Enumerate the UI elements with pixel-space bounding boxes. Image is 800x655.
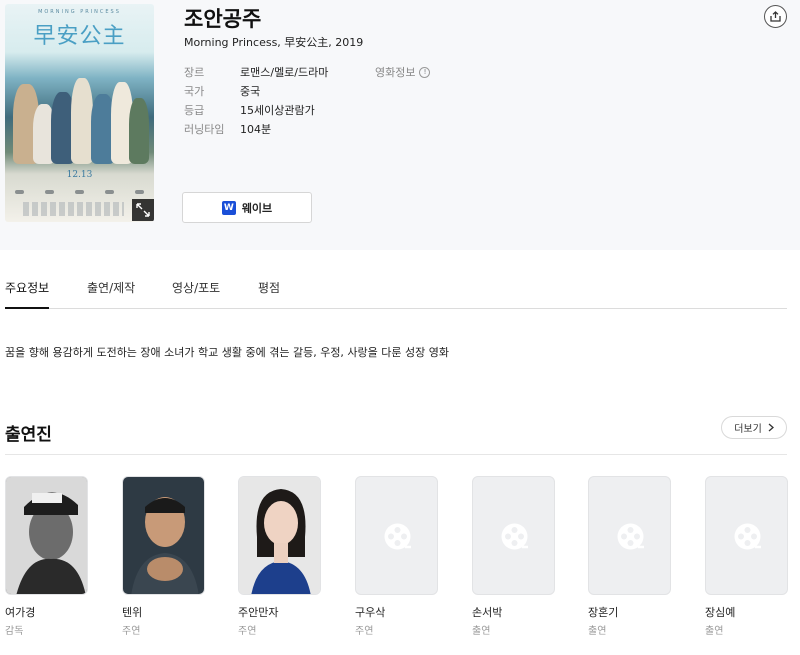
film-reel-icon: [501, 523, 528, 550]
cast-card[interactable]: 장심예 출연: [705, 476, 788, 637]
watch-on-wavve-button[interactable]: W 웨이브: [182, 192, 312, 223]
cast-card[interactable]: 주안만자 주연: [238, 476, 321, 637]
expand-poster-button[interactable]: [132, 199, 154, 221]
cast-photo-placeholder: [472, 476, 555, 595]
cast-name: 텐위: [122, 606, 143, 619]
poster-credits: [23, 202, 124, 216]
cast-role: 감독: [5, 626, 24, 637]
cast-photo-placeholder: [705, 476, 788, 595]
wavve-label: 웨이브: [241, 201, 273, 215]
movie-subtitle: Morning Princess, 早安公主, 2019: [184, 36, 364, 49]
cast-divider: [5, 454, 787, 455]
more-label: 더보기: [734, 424, 762, 435]
cast-name: 손서박: [472, 606, 503, 619]
cast-photo: [238, 476, 321, 595]
info-label: 러닝타임: [184, 123, 225, 136]
film-reel-icon: [617, 523, 644, 550]
film-reel-icon: [734, 523, 761, 550]
cast-name: 장심예: [705, 606, 736, 619]
movie-info-label: 영화정보: [375, 66, 416, 79]
cast-name: 주안만자: [238, 606, 279, 619]
share-icon: [770, 11, 781, 22]
poster-logos: [15, 190, 144, 194]
info-value: 104분: [240, 123, 272, 136]
synopsis-text: 꿈을 향해 용감하게 도전하는 장애 소녀가 학교 생활 중에 겪는 갈등, 우…: [5, 346, 449, 359]
info-value: 로맨스/멜로/드라마: [240, 66, 329, 79]
poster-english-title: MORNING PRINCESS: [38, 9, 121, 15]
share-button[interactable]: [764, 5, 787, 28]
cast-photo-placeholder: [355, 476, 438, 595]
info-label: 국가: [184, 85, 205, 98]
poster-release-date: 12.13: [66, 170, 93, 180]
cast-role: 주연: [355, 626, 374, 637]
movie-title: 조안공주: [184, 7, 262, 31]
cast-role: 출연: [705, 626, 724, 637]
info-label: 장르: [184, 66, 205, 79]
info-value: 중국: [240, 85, 261, 98]
cast-role: 주연: [122, 626, 141, 637]
info-label: 등급: [184, 104, 205, 117]
tab-video-photo[interactable]: 영상/포토: [172, 279, 220, 309]
cast-role: 출연: [472, 626, 491, 637]
movie-poster[interactable]: MORNING PRINCESS 早安公主 12.13: [5, 4, 154, 222]
cast-name: 장혼기: [588, 606, 619, 619]
tab-cast-crew[interactable]: 출연/제작: [87, 279, 135, 309]
cast-portrait: [239, 477, 320, 594]
film-reel-icon: [384, 523, 411, 550]
chevron-right-icon: [768, 423, 774, 432]
cast-card[interactable]: 손서박 출연: [472, 476, 555, 637]
cast-card[interactable]: 구우삭 주연: [355, 476, 438, 637]
poster-image: [11, 66, 149, 164]
info-icon: !: [419, 66, 431, 78]
tab-ratings[interactable]: 평점: [258, 279, 280, 309]
cast-role: 주연: [238, 626, 257, 637]
cast-card[interactable]: 장혼기 출연: [588, 476, 671, 637]
expand-icon: [136, 203, 150, 217]
tab-bar: 주요정보 출연/제작 영상/포토 평점: [5, 276, 787, 309]
cast-portrait: [6, 477, 87, 594]
wavve-logo-icon: W: [221, 200, 236, 215]
cast-photo: [122, 476, 205, 595]
cast-card[interactable]: 텐위 주연: [122, 476, 205, 637]
cast-photo: [5, 476, 88, 595]
cast-more-button[interactable]: 더보기: [721, 416, 787, 439]
cast-role: 출연: [588, 626, 607, 637]
cast-section-title: 출연진: [5, 425, 52, 445]
cast-photo-placeholder: [588, 476, 671, 595]
cast-card[interactable]: 여가경 감독: [5, 476, 88, 637]
tab-main-info[interactable]: 주요정보: [5, 279, 50, 309]
poster-chinese-title: 早安公主: [33, 24, 126, 49]
movie-info-link[interactable]: 영화정보 !: [375, 64, 431, 80]
cast-portrait: [123, 477, 204, 594]
info-value: 15세이상관람가: [240, 104, 315, 117]
cast-name: 구우삭: [355, 606, 386, 619]
cast-name: 여가경: [5, 606, 36, 619]
